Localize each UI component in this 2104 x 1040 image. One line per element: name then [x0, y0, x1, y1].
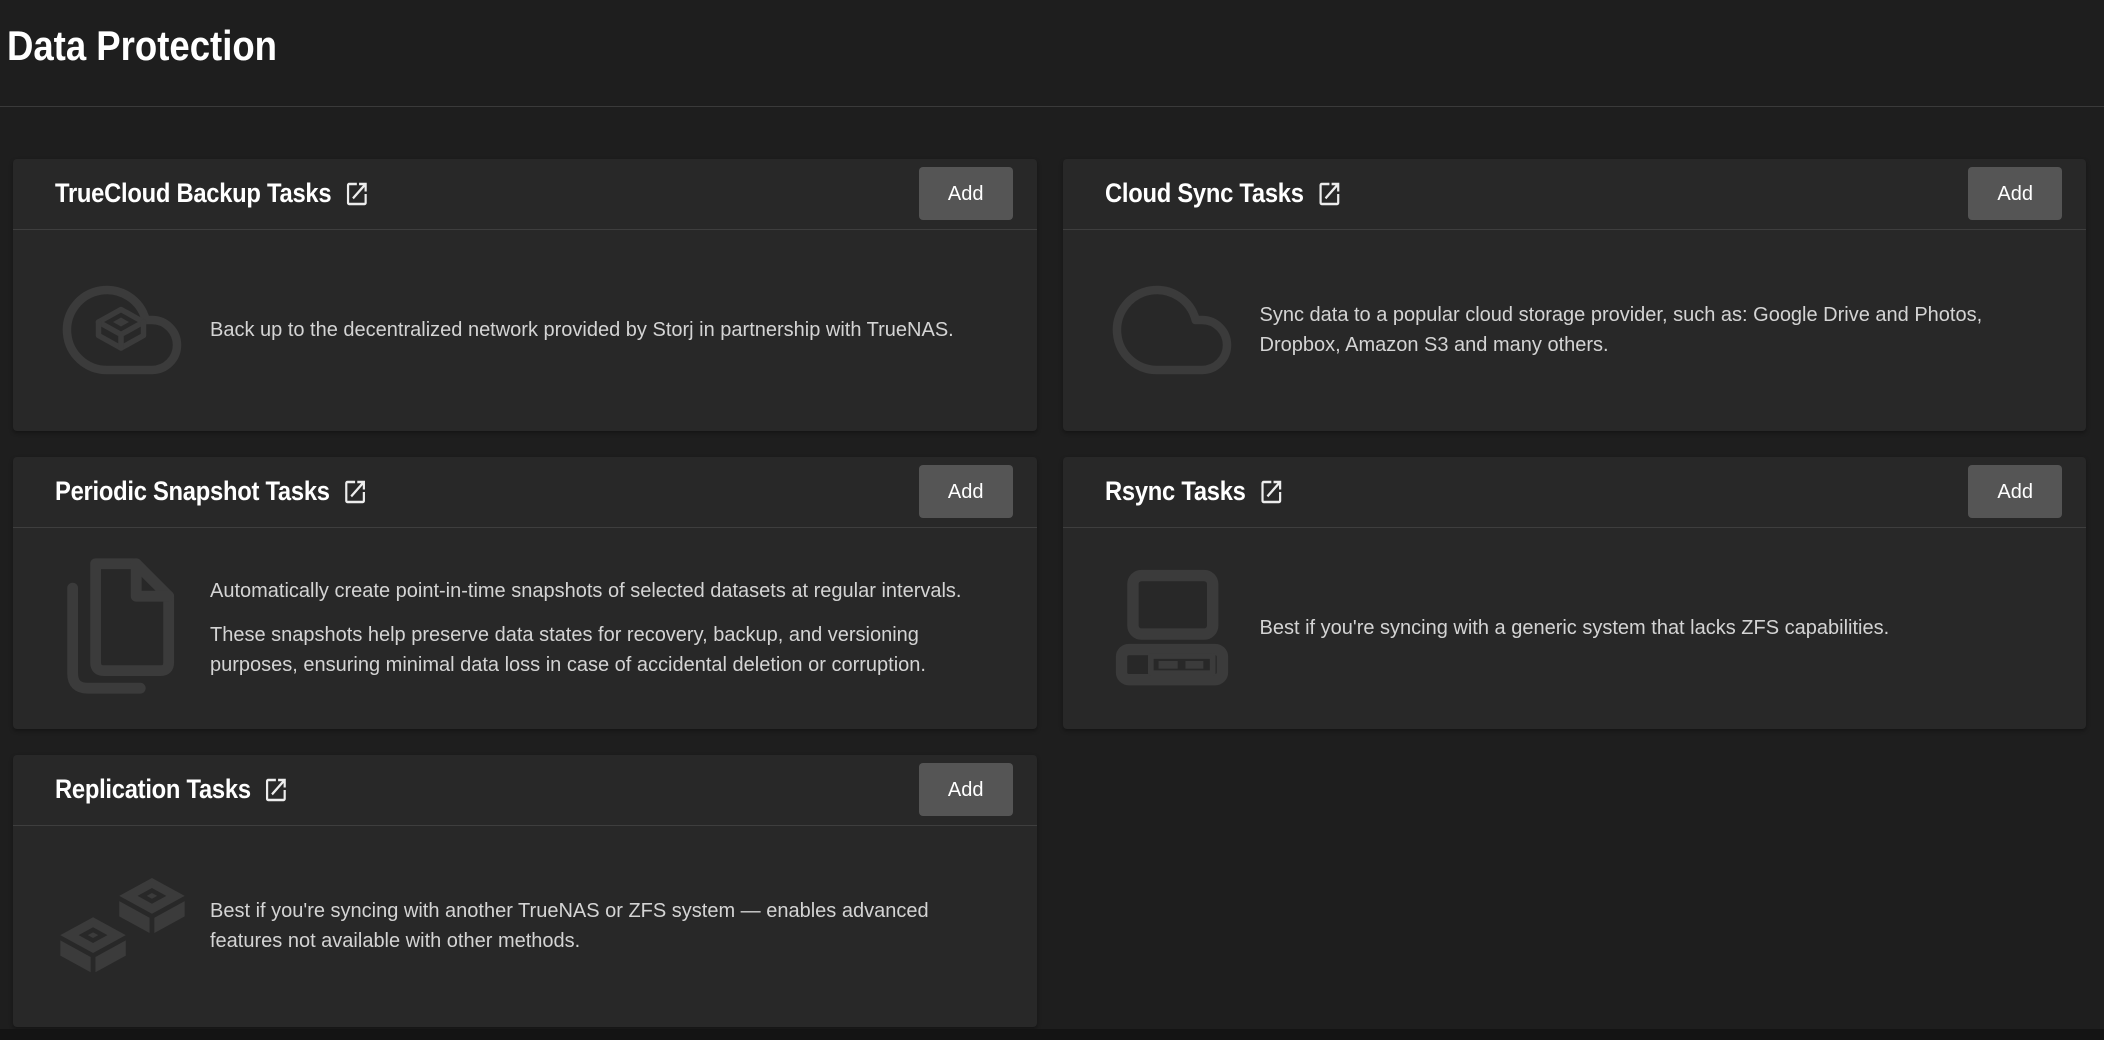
card-description: Back up to the decentralized network pro…	[210, 315, 954, 345]
storj-cloud-icon	[47, 270, 197, 390]
card-header: Periodic Snapshot Tasks Add	[13, 457, 1037, 528]
add-button[interactable]: Add	[1968, 167, 2062, 220]
card-body: Best if you're syncing with another True…	[13, 826, 1037, 1027]
card-description: Sync data to a popular cloud storage pro…	[1260, 300, 2039, 360]
page-title: Data Protection	[0, 0, 1830, 73]
add-button[interactable]: Add	[919, 167, 1013, 220]
add-button[interactable]: Add	[919, 465, 1013, 518]
card-body: Automatically create point-in-time snaps…	[13, 528, 1037, 729]
card-cloud-sync-tasks: Cloud Sync Tasks Add Sync data to a popu…	[1063, 159, 2087, 431]
content-bottom-edge	[0, 1029, 2104, 1040]
cloud-icon	[1097, 270, 1247, 390]
card-body: Best if you're syncing with a generic sy…	[1063, 528, 2087, 729]
card-header: Rsync Tasks Add	[1063, 457, 2087, 528]
card-title: TrueCloud Backup Tasks	[55, 178, 331, 209]
card-header: Cloud Sync Tasks Add	[1063, 159, 2087, 230]
cloud-sync-tasks-title-link[interactable]: Cloud Sync Tasks	[1105, 178, 1342, 209]
card-truecloud-backup-tasks: TrueCloud Backup Tasks Add Back up to th…	[13, 159, 1037, 431]
card-body: Sync data to a popular cloud storage pro…	[1063, 230, 2087, 431]
card-title: Periodic Snapshot Tasks	[55, 476, 330, 507]
open-in-new-icon[interactable]	[344, 179, 370, 209]
card-title: Replication Tasks	[55, 774, 251, 805]
rsync-tasks-title-link[interactable]: Rsync Tasks	[1105, 476, 1284, 507]
periodic-snapshot-tasks-title-link[interactable]: Periodic Snapshot Tasks	[55, 476, 368, 507]
card-replication-tasks: Replication Tasks Add Best if you're syn…	[13, 755, 1037, 1027]
open-in-new-icon[interactable]	[1257, 477, 1283, 507]
card-description: Automatically create point-in-time snaps…	[210, 576, 989, 680]
cards-grid: TrueCloud Backup Tasks Add Back up to th…	[0, 159, 2104, 1027]
add-button[interactable]: Add	[1968, 465, 2062, 518]
card-header: Replication Tasks Add	[13, 755, 1037, 826]
open-in-new-icon[interactable]	[342, 477, 368, 507]
card-description: Best if you're syncing with another True…	[210, 896, 989, 956]
replication-cubes-icon	[47, 878, 197, 974]
card-rsync-tasks: Rsync Tasks Add Best if you're syncing w…	[1063, 457, 2087, 729]
card-body: Back up to the decentralized network pro…	[13, 230, 1037, 431]
add-button[interactable]: Add	[919, 763, 1013, 816]
card-header: TrueCloud Backup Tasks Add	[13, 159, 1037, 230]
title-divider	[0, 106, 2104, 107]
card-description: Best if you're syncing with a generic sy…	[1260, 613, 1890, 643]
card-title: Rsync Tasks	[1105, 476, 1246, 507]
truecloud-backup-tasks-title-link[interactable]: TrueCloud Backup Tasks	[55, 178, 370, 209]
snapshot-copies-icon	[47, 557, 197, 699]
card-title: Cloud Sync Tasks	[1105, 178, 1304, 209]
open-in-new-icon[interactable]	[1316, 179, 1342, 209]
open-in-new-icon[interactable]	[263, 775, 289, 805]
card-periodic-snapshot-tasks: Periodic Snapshot Tasks Add Automaticall…	[13, 457, 1037, 729]
computer-icon	[1097, 569, 1247, 687]
replication-tasks-title-link[interactable]: Replication Tasks	[55, 774, 290, 805]
